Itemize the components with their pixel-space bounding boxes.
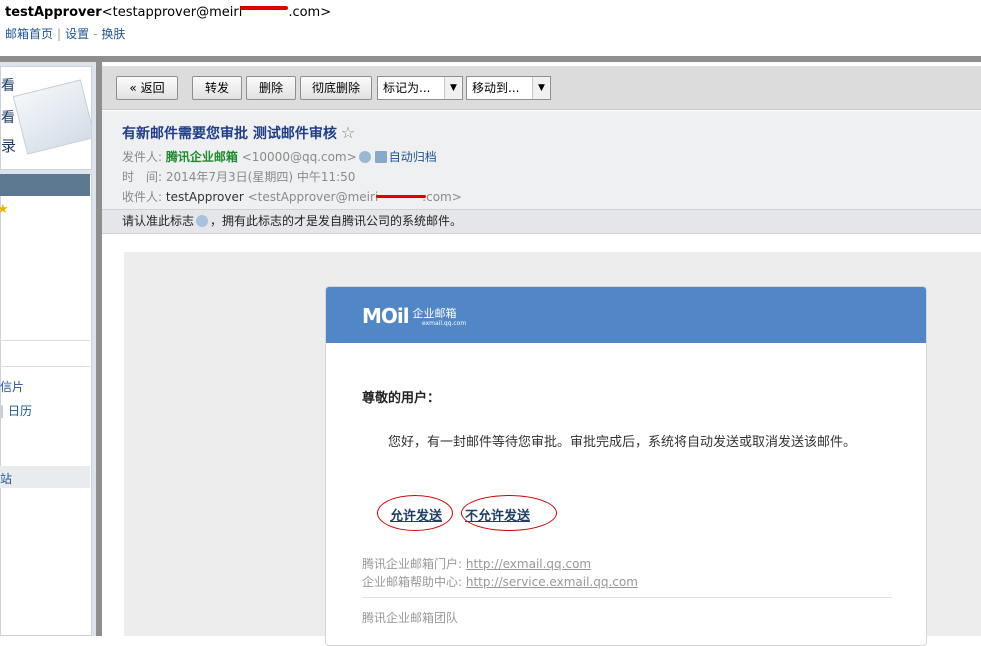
logo-mark: MOil — [362, 304, 410, 328]
archive-icon — [374, 151, 387, 163]
chevron-down-icon: ▼ — [532, 77, 550, 99]
logo-cn: 企业邮箱 — [412, 307, 457, 320]
mail-toolbar: « 返回 转发 删除 彻底删除 标记为... ▼ 移动到... ▼ — [102, 66, 981, 110]
separator: | — [57, 27, 62, 41]
help-label: 企业邮箱帮助中心: — [362, 575, 463, 589]
separator: - — [93, 27, 98, 41]
separator: | — [0, 404, 5, 418]
account-username: testApprover — [5, 5, 102, 20]
auto-archive-link[interactable]: 自动归档 — [389, 150, 437, 164]
recipient-name[interactable]: testApprover — [166, 190, 244, 204]
security-notice: 请认准此标志 ，拥有此标志的才是发自腾讯公司的系统邮件。 — [102, 209, 981, 234]
mark-as-label: 标记为... — [383, 81, 431, 95]
sidebar-quick-item[interactable]: 看 — [1, 107, 15, 127]
time-label: 时 间: — [122, 170, 163, 184]
approval-message: 您好，有一封邮件等待您审批。审批完成后，系统将自动发送或取消发送该邮件。 — [388, 435, 857, 450]
chevron-down-icon: ▼ — [444, 77, 462, 99]
redaction-mark — [376, 195, 427, 198]
approval-card: MOil 企业邮箱 exmail.qq.com 尊敬的用户： 您好，有一封邮件等… — [325, 286, 927, 646]
recipient-address-suffix: .com> — [422, 190, 462, 204]
top-links: 邮箱首页 | 设置 - 换肤 — [5, 25, 125, 42]
main-panel: « 返回 转发 删除 彻底删除 标记为... ▼ 移动到... ▼ 有新邮件需要您审… — [102, 62, 981, 646]
card-header: MOil 企业邮箱 exmail.qq.com — [326, 287, 926, 343]
sidebar-item-label: 日历 — [8, 404, 33, 418]
change-skin-link[interactable]: 换肤 — [101, 27, 125, 41]
top-header: testApprover<testapprover@meiri .com> 邮箱首… — [0, 0, 981, 56]
to-label: 收件人: — [122, 190, 163, 204]
sender-name[interactable]: 腾讯企业邮箱 — [166, 150, 238, 164]
mail-body: MOil 企业邮箱 exmail.qq.com 尊敬的用户： 您好，有一封邮件等… — [124, 252, 981, 646]
portal-link[interactable]: http://exmail.qq.com — [466, 557, 591, 571]
move-to-select[interactable]: 移动到... ▼ — [466, 76, 551, 100]
star-icon[interactable]: ★ — [0, 202, 9, 217]
from-label: 发件人: — [122, 150, 163, 164]
mail-home-link[interactable]: 邮箱首页 — [5, 27, 53, 41]
account-info: testApprover<testapprover@meiri .com> — [5, 5, 331, 20]
sidebar-quick-panel: 看 看 录 — [0, 66, 92, 170]
mark-as-select[interactable]: 标记为... ▼ — [377, 76, 463, 100]
divider — [362, 597, 892, 598]
greeting: 尊敬的用户： — [362, 391, 441, 406]
envelope-graphic — [12, 79, 91, 155]
verified-sender-icon — [358, 151, 371, 163]
star-icon[interactable]: ☆ — [341, 123, 355, 142]
logo-domain: exmail.qq.com — [422, 320, 467, 327]
sidebar-quick-item[interactable]: 看 — [1, 75, 15, 95]
redaction-mark — [240, 6, 289, 10]
delete-button[interactable]: 删除 — [246, 76, 296, 100]
verified-badge-icon — [196, 215, 209, 227]
portal-label: 腾讯企业邮箱门户: — [362, 557, 463, 571]
help-link[interactable]: http://service.exmail.qq.com — [466, 575, 638, 589]
divider — [0, 340, 90, 341]
mail-time-row: 时 间: 2014年7月3日(星期四) 中午11:50 — [122, 168, 355, 185]
exmail-logo: MOil 企业邮箱 exmail.qq.com — [362, 304, 466, 328]
subject-text: 有新邮件需要您审批 测试邮件审核 — [122, 126, 337, 142]
sidebar-item-inbox-active[interactable] — [0, 174, 90, 196]
mail-to-row: 收件人: testApprover <testApprover@meiri .co… — [122, 188, 462, 205]
sidebar-item-site[interactable]: 站 — [0, 470, 12, 487]
mail-subject: 有新邮件需要您审批 测试邮件审核 ☆ — [122, 123, 355, 143]
account-email-suffix: .com> — [288, 5, 332, 20]
sidebar-item-calendar[interactable]: | 日历 — [0, 402, 32, 419]
sender-address: <10000@qq.com> — [241, 150, 357, 164]
mail-from-row: 发件人: 腾讯企业邮箱 <10000@qq.com> 自动归档 — [122, 148, 437, 165]
account-email: <testapprover@meiri — [101, 5, 243, 20]
sidebar-item-postcard[interactable]: 信片 — [0, 378, 24, 395]
recipient-address: <testApprover@meiri — [247, 190, 379, 204]
signature: 腾讯企业邮箱团队 — [362, 611, 459, 625]
mail-time: 2014年7月3日(星期四) 中午11:50 — [165, 170, 356, 184]
move-to-label: 移动到... — [472, 81, 520, 95]
divider — [0, 366, 90, 367]
annotation-circle — [377, 495, 453, 531]
sidebar: 看 看 录 ★ 信片 | 日历 站 — [0, 62, 96, 636]
permanent-delete-button[interactable]: 彻底删除 — [300, 76, 372, 100]
forward-button[interactable]: 转发 — [192, 76, 242, 100]
settings-link[interactable]: 设置 — [65, 27, 89, 41]
notice-suffix: ，拥有此标志的才是发自腾讯公司的系统邮件。 — [210, 214, 463, 228]
help-row: 企业邮箱帮助中心: http://service.exmail.qq.com — [362, 573, 638, 590]
sidebar-quick-item[interactable]: 录 — [1, 135, 16, 156]
sidebar-item-highlight — [0, 466, 90, 488]
back-button[interactable]: « 返回 — [116, 76, 178, 100]
annotation-circle — [461, 495, 557, 531]
notice-prefix: 请认准此标志 — [122, 214, 195, 228]
portal-row: 腾讯企业邮箱门户: http://exmail.qq.com — [362, 555, 591, 572]
mail-header: 有新邮件需要您审批 测试邮件审核 ☆ 发件人: 腾讯企业邮箱 <10000@qq.… — [102, 111, 981, 209]
